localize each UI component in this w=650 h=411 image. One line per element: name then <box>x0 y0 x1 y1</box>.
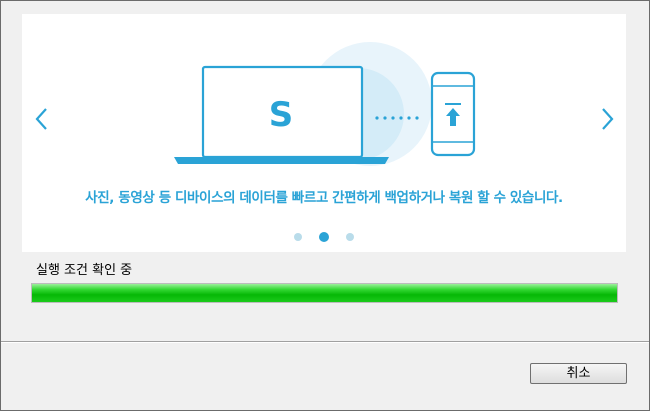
app-logo-icon: S <box>269 95 294 135</box>
carousel-dot-2[interactable] <box>319 232 329 242</box>
progress-fill <box>32 284 617 302</box>
footer-divider <box>1 341 649 343</box>
backup-illustration: S <box>174 42 476 166</box>
setup-dialog: S 사진, 동영상 등 디바이스의 데이터를 빠르고 간편하게 백업하거나 복원… <box>0 0 650 411</box>
cancel-button[interactable]: 취소 <box>530 363 627 384</box>
carousel-dot-1[interactable] <box>294 233 302 241</box>
carousel-pagination <box>286 230 362 244</box>
status-label: 실행 조건 확인 중 <box>36 263 133 278</box>
feature-carousel: S 사진, 동영상 등 디바이스의 데이터를 빠르고 간편하게 백업하거나 복원… <box>22 14 626 252</box>
progress-bar <box>31 283 618 303</box>
carousel-dot-3[interactable] <box>346 233 354 241</box>
carousel-caption: 사진, 동영상 등 디바이스의 데이터를 빠르고 간편하게 백업하거나 복원 할… <box>85 190 563 206</box>
